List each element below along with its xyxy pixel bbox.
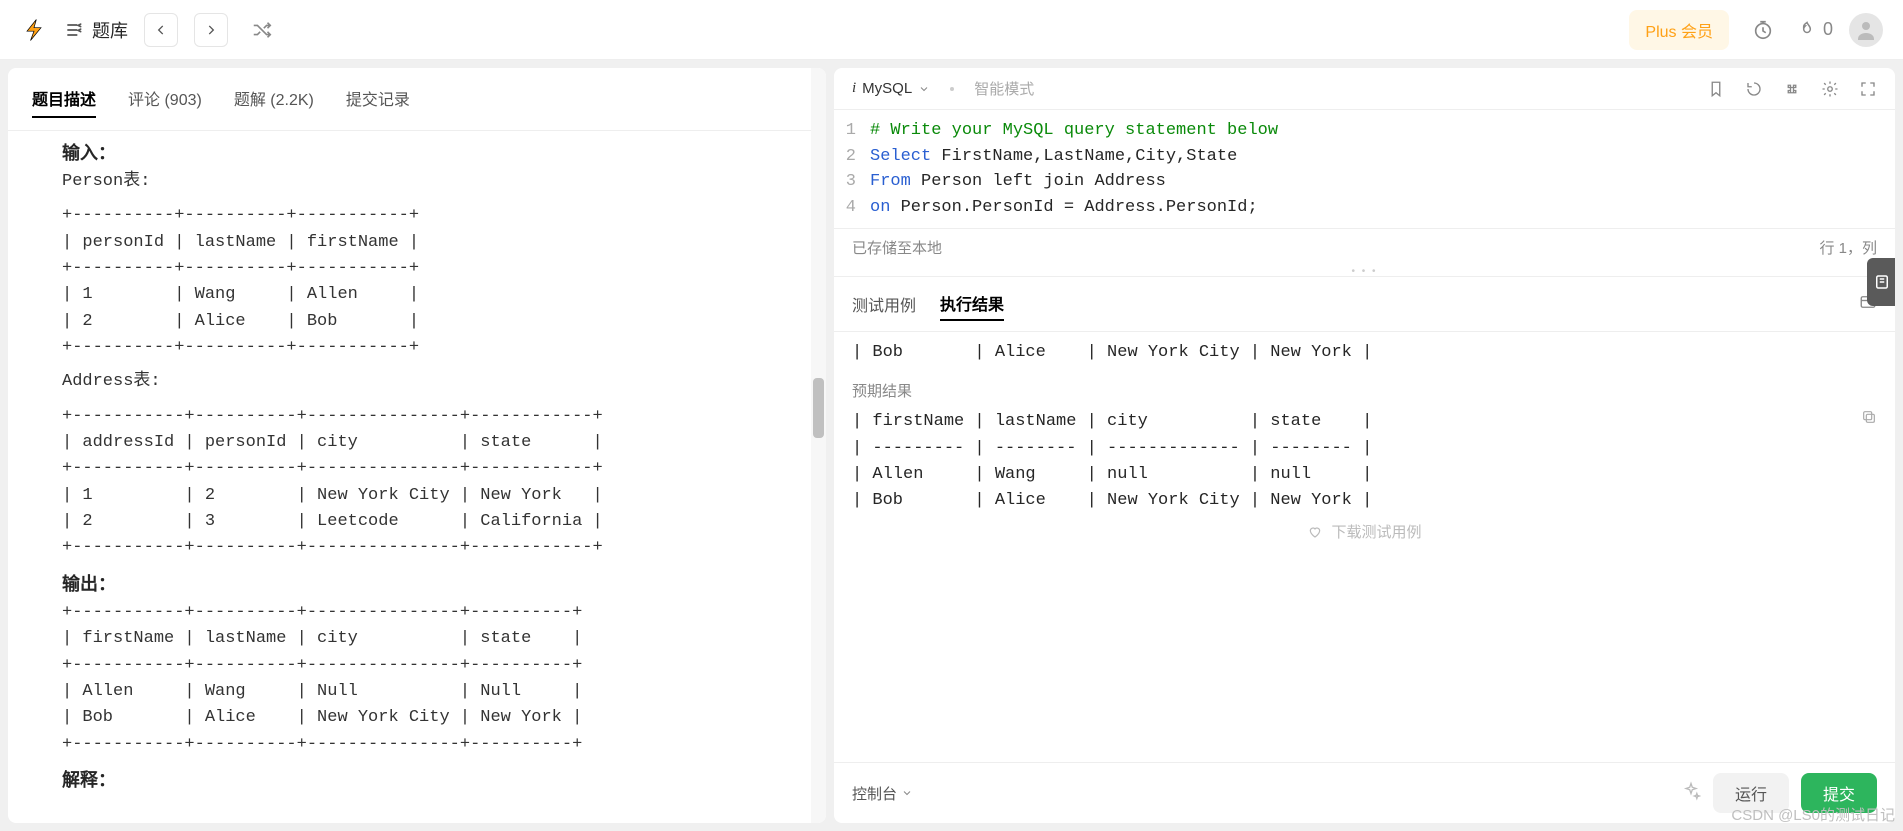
- bookmark-icon[interactable]: [1707, 80, 1725, 98]
- explain-heading: 解释：: [62, 766, 802, 792]
- prev-problem-button[interactable]: [144, 13, 178, 47]
- copy-icon[interactable]: [1861, 409, 1877, 430]
- address-table: +-----------+----------+---------------+…: [62, 404, 802, 562]
- tab-submissions[interactable]: 提交记录: [346, 80, 410, 118]
- output-heading: 输出：: [62, 570, 802, 596]
- streak-counter[interactable]: 0: [1797, 19, 1833, 40]
- description-scrollbar-track[interactable]: [811, 68, 826, 823]
- plus-membership-button[interactable]: Plus 会员: [1629, 10, 1729, 50]
- person-table: +----------+----------+-----------+ | pe…: [62, 203, 802, 361]
- problem-library-link[interactable]: 题库: [64, 17, 128, 43]
- result-body[interactable]: | Bob | Alice | New York City | New York…: [834, 332, 1895, 762]
- editor-header: iMySQL 智能模式: [834, 68, 1895, 110]
- streak-count: 0: [1823, 19, 1833, 40]
- description-scrollbar-thumb[interactable]: [813, 378, 824, 438]
- sparkle-icon[interactable]: [1681, 781, 1701, 806]
- fullscreen-icon[interactable]: [1859, 80, 1877, 98]
- code-line[interactable]: Select FirstName,LastName,City,State: [870, 144, 1237, 170]
- timer-button[interactable]: [1745, 12, 1781, 48]
- actual-output-row: | Bob | Alice | New York City | New York…: [852, 340, 1877, 366]
- tab-run-result[interactable]: 执行结果: [940, 287, 1004, 321]
- problem-panel: 题目描述 评论 (903) 题解 (2.2K) 提交记录 输入： Person表…: [8, 68, 826, 823]
- person-table-label: Person表:: [62, 169, 802, 195]
- code-line[interactable]: # Write your MySQL query statement below: [870, 118, 1278, 144]
- tab-comments[interactable]: 评论 (903): [128, 80, 202, 118]
- divider-dot: [950, 87, 954, 91]
- address-table-label: Address表:: [62, 369, 802, 395]
- user-avatar[interactable]: [1849, 13, 1883, 47]
- run-button[interactable]: 运行: [1713, 773, 1789, 813]
- line-number: 2: [834, 144, 870, 170]
- tab-solutions[interactable]: 题解 (2.2K): [234, 80, 314, 118]
- console-toggle[interactable]: 控制台: [852, 783, 913, 804]
- leetcode-logo[interactable]: [20, 16, 48, 44]
- input-heading: 输入：: [62, 139, 802, 165]
- code-line[interactable]: on Person.PersonId = Address.PersonId;: [870, 195, 1258, 221]
- code-editor[interactable]: 1# Write your MySQL query statement belo…: [834, 110, 1895, 228]
- line-number: 3: [834, 169, 870, 195]
- tab-testcases[interactable]: 测试用例: [852, 288, 916, 320]
- expected-output-table: | firstName | lastName | city | state | …: [852, 409, 1877, 514]
- editor-footer: 控制台 运行 提交: [834, 762, 1895, 823]
- keyboard-shortcut-icon[interactable]: [1783, 80, 1801, 98]
- tab-description[interactable]: 题目描述: [32, 80, 96, 118]
- editor-panel: iMySQL 智能模式 1# Write your MySQL query st…: [834, 68, 1895, 823]
- cursor-position: 行 1，列: [1819, 237, 1877, 258]
- code-line[interactable]: From Person left join Address: [870, 169, 1166, 195]
- results-panel: 测试用例 执行结果 | Bob | Alice | New York City …: [834, 276, 1895, 762]
- line-number: 1: [834, 118, 870, 144]
- library-label: 题库: [92, 17, 128, 43]
- language-selector[interactable]: iMySQL: [852, 80, 930, 97]
- expected-label: 预期结果: [852, 380, 912, 401]
- editor-status-bar: 已存储至本地 行 1，列: [834, 228, 1895, 266]
- main-split: 题目描述 评论 (903) 题解 (2.2K) 提交记录 输入： Person表…: [0, 60, 1903, 831]
- shuffle-button[interactable]: [244, 12, 280, 48]
- load-more-testcases[interactable]: 下载测试用例: [852, 515, 1877, 548]
- notes-side-tab[interactable]: [1867, 258, 1895, 306]
- result-tabs: 测试用例 执行结果: [834, 277, 1895, 332]
- resize-handle[interactable]: • • •: [834, 266, 1895, 276]
- saved-status: 已存储至本地: [852, 237, 942, 258]
- settings-icon[interactable]: [1821, 80, 1839, 98]
- output-table: +-----------+----------+---------------+…: [62, 600, 802, 758]
- top-bar: 题库 Plus 会员 0: [0, 0, 1903, 60]
- line-number: 4: [834, 195, 870, 221]
- description-body[interactable]: 输入： Person表: +----------+----------+----…: [8, 131, 826, 823]
- next-problem-button[interactable]: [194, 13, 228, 47]
- submit-button[interactable]: 提交: [1801, 773, 1877, 813]
- language-label: MySQL: [862, 80, 912, 97]
- reset-icon[interactable]: [1745, 80, 1763, 98]
- problem-tabs: 题目描述 评论 (903) 题解 (2.2K) 提交记录: [8, 68, 826, 131]
- smart-mode-toggle[interactable]: 智能模式: [974, 78, 1034, 99]
